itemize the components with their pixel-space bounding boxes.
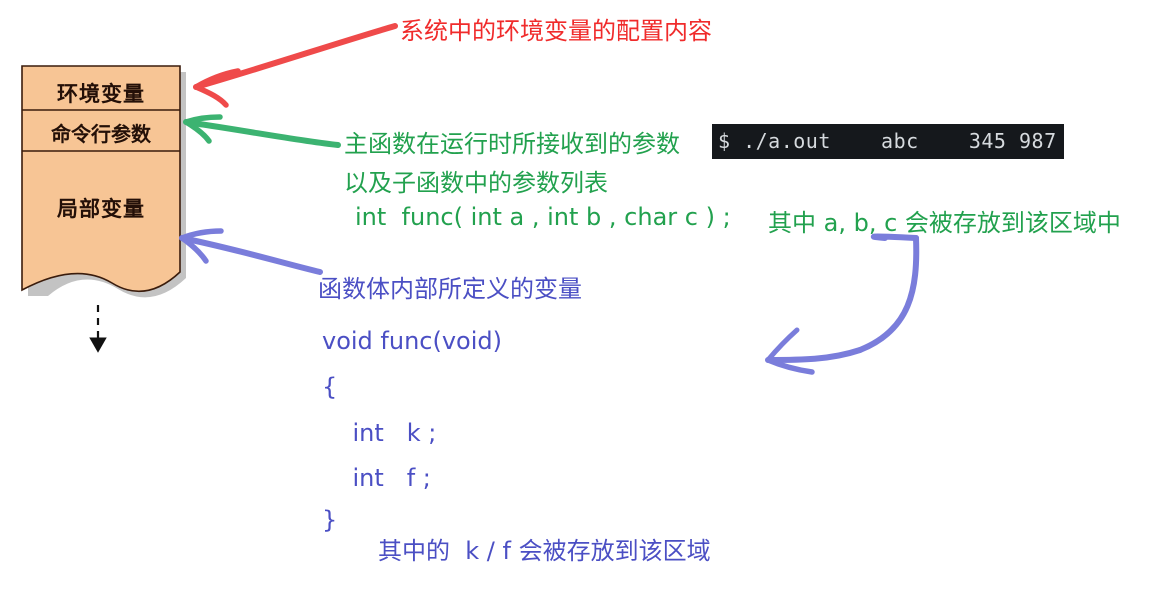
green-annotation-arrow-icon	[183, 114, 341, 148]
annotation-green-code: int func( int a , int b , char c ) ;	[355, 203, 731, 231]
annotation-blue-footer: 其中的 k / f 会被存放到该区域	[378, 537, 711, 565]
code-line-close-brace: }	[322, 506, 338, 534]
segment-label-local: 局部变量	[57, 196, 145, 221]
annotation-blue-caption: 函数体内部所定义的变量	[318, 275, 582, 303]
segment-label-argv: 命令行参数	[51, 122, 151, 146]
blue-annotation-arrow-left-icon	[179, 228, 323, 275]
annotation-green-note: 其中 a, b, c 会被存放到该区域中	[768, 209, 1121, 237]
annotation-green-line1: 主函数在运行时所接收到的参数	[344, 130, 680, 158]
annotation-green-line2: 以及子函数中的参数列表	[344, 169, 608, 197]
code-line-open-brace: {	[322, 373, 338, 401]
blue-annotation-arrow-right-icon	[765, 233, 920, 375]
code-line-signature: void func(void)	[322, 327, 502, 355]
segment-label-env: 环境变量	[57, 81, 145, 106]
terminal-command-line: $ ./a.out abc 345 987	[712, 124, 1064, 159]
red-annotation-arrow-icon	[193, 23, 398, 108]
annotation-red-text: 系统中的环境变量的配置内容	[400, 17, 712, 45]
code-line-decl-f: int f ;	[322, 464, 431, 492]
code-line-decl-k: int k ;	[322, 419, 437, 447]
memory-layout-labels: 环境变量 命令行参数 局部变量	[14, 62, 194, 322]
